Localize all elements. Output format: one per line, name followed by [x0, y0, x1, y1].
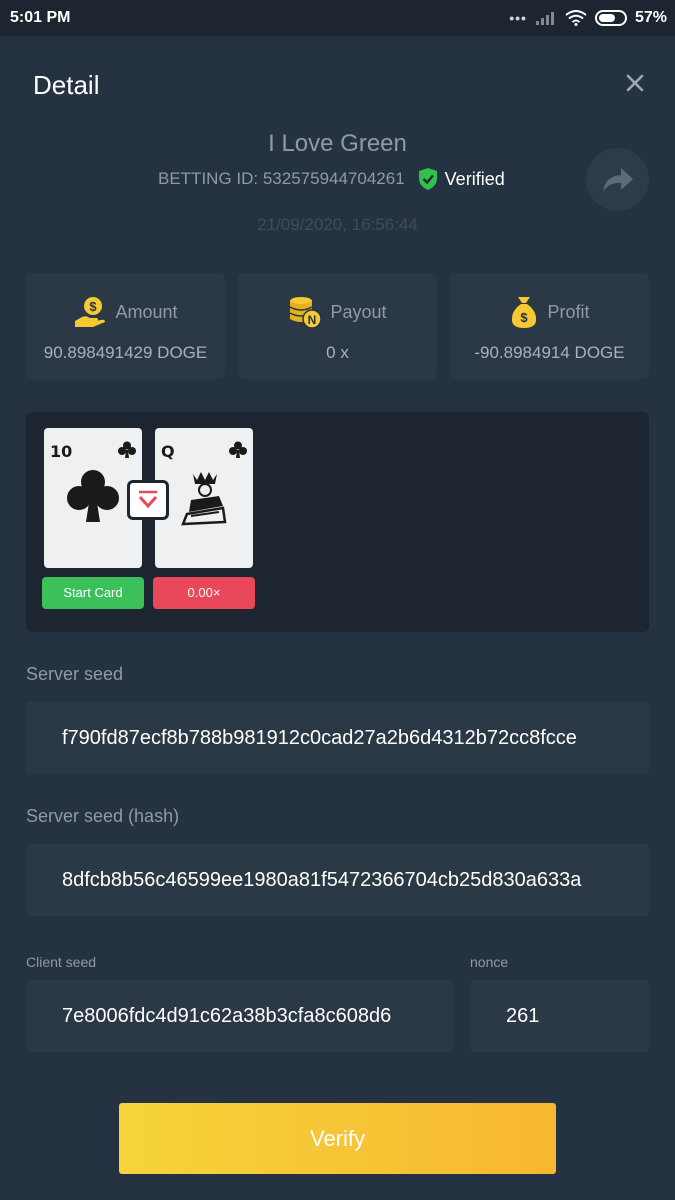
game-result-area: 10 Q Start Card 0.00× — [26, 412, 649, 632]
svg-text:$: $ — [521, 310, 529, 325]
signal-icon — [535, 12, 554, 25]
nonce-label: nonce — [470, 954, 509, 970]
verified-label: Verified — [444, 168, 505, 189]
bet-datetime: 21/09/2020, 16:56:44 — [257, 215, 418, 234]
payout-label: Payout — [330, 301, 387, 322]
status-bar: 5:01 PM ••• 57% — [0, 0, 675, 36]
nonce-field[interactable]: 261 — [470, 980, 649, 1052]
verify-button[interactable]: Verify — [119, 1103, 556, 1174]
client-seed-field[interactable]: 7e8006fdc4d91c62a38b3cfa8c608d6 — [26, 980, 454, 1052]
bet-info: BETTING ID: 532575944704261 Verified — [158, 166, 505, 192]
club-large-icon — [67, 470, 119, 522]
amount-label: Amount — [115, 301, 178, 322]
shield-check-icon — [418, 168, 437, 190]
close-button[interactable] — [620, 68, 650, 98]
share-arrow-icon — [602, 167, 633, 192]
card-rank: Q — [161, 442, 175, 461]
server-seed-label: Server seed — [26, 664, 124, 684]
multiplier-label: 0.00× — [153, 577, 255, 609]
battery-icon — [594, 10, 627, 26]
share-button[interactable] — [586, 148, 649, 211]
club-icon — [229, 441, 247, 458]
card-rank: 10 — [50, 442, 73, 461]
status-time: 5:01 PM — [10, 9, 71, 26]
amount-value: 90.898491429 DOGE — [43, 343, 208, 362]
amount-card: $ Amount 90.898491429 DOGE — [26, 273, 225, 379]
payout-value: 0 x — [326, 343, 349, 362]
verified-badge: Verified — [417, 167, 505, 191]
hand-coin-icon: $ — [75, 297, 106, 327]
game-name: I Love Green — [268, 130, 407, 157]
status-icons: ••• 57% — [509, 9, 667, 27]
svg-text:$: $ — [90, 299, 98, 314]
profit-card: $ Profit -90.8984914 DOGE — [450, 273, 649, 379]
server-seed-field[interactable]: f790fd87ecf8b788b981912c0cad27a2b6d4312b… — [26, 702, 649, 774]
page-title: Detail — [33, 70, 100, 100]
money-bag-icon: $ — [512, 297, 537, 328]
battery-level: 57% — [634, 9, 667, 26]
server-hash-label: Server seed (hash) — [26, 806, 180, 826]
payout-card: N Payout 0 x — [238, 273, 437, 379]
coin-stack-icon: N — [290, 297, 323, 329]
start-card-label: Start Card — [42, 577, 144, 609]
lower-arrow-indicator — [127, 480, 169, 520]
betting-id: BETTING ID: 532575944704261 — [158, 169, 405, 188]
queen-figure-icon — [181, 472, 227, 526]
profit-value: -90.8984914 DOGE — [474, 343, 625, 362]
close-icon — [626, 74, 644, 92]
client-seed-label: Client seed — [26, 954, 97, 970]
result-card: Q — [155, 428, 253, 568]
wifi-icon — [565, 10, 587, 26]
profit-label: Profit — [547, 301, 590, 322]
club-icon — [118, 441, 136, 458]
server-hash-field[interactable]: 8dfcb8b56c46599ee1980a81f5472366704cb25d… — [26, 844, 649, 916]
more-dots-icon: ••• — [509, 10, 527, 26]
chevron-down-icon — [138, 490, 158, 509]
svg-text:N: N — [308, 313, 317, 327]
